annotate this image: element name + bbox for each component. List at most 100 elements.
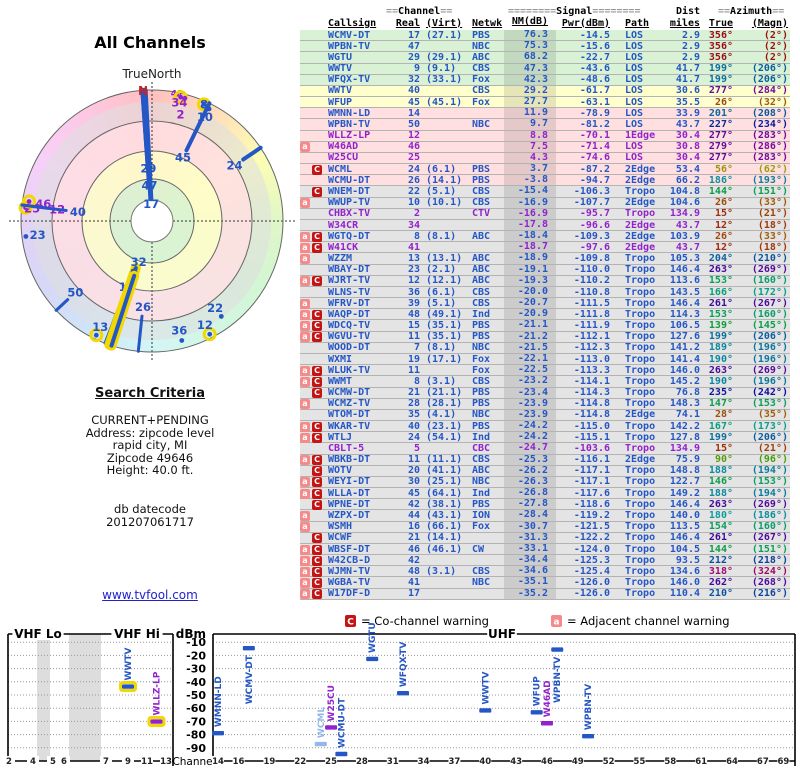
cell-path: Tropo	[625, 308, 656, 320]
cell-pwr_dbm: -117.1	[573, 476, 610, 488]
adjacent-warning-badge: a	[300, 332, 310, 343]
cell-netwk: Ind	[472, 308, 491, 320]
cell-azimuth_true: 153°	[708, 275, 733, 287]
adjacent-warning-badge: a	[300, 477, 310, 488]
cell-azimuth_true: 180°	[708, 509, 733, 521]
cell-virt: (21.1)	[426, 387, 463, 399]
cell-dist_miles: 75.9	[675, 454, 700, 466]
cell-path: 2Edge	[625, 197, 656, 209]
y-tick-label: -50	[186, 689, 206, 702]
cell-virt: (5.1)	[426, 297, 457, 309]
cell-virt: (3.1)	[426, 565, 457, 577]
y-tick-label: -30	[186, 663, 206, 676]
cell-real: 23	[407, 264, 420, 276]
cell-callsign: WLLZ-LP	[328, 130, 371, 142]
x-tick-label: 16	[233, 757, 245, 767]
cell-callsign: WWTV	[328, 85, 353, 97]
cell-real: 8	[413, 375, 420, 387]
cell-real: 41	[407, 241, 420, 253]
cell-virt: (33.1)	[426, 74, 463, 86]
cell-path: 2Edge	[625, 241, 656, 253]
cell-nm_db: 76.3	[504, 29, 556, 41]
cell-callsign: WCMU-DT	[328, 174, 371, 186]
cell-azimuth_magn: (218°)	[751, 554, 788, 566]
cell-nm_db: -23.9	[504, 398, 556, 409]
cochannel-warning-badge: C	[312, 164, 322, 175]
cell-path: Tropo	[625, 208, 656, 220]
cell-real: 46	[407, 543, 420, 555]
cell-azimuth_true: 356°	[708, 40, 733, 52]
cell-azimuth_magn: (2°)	[763, 51, 788, 63]
cell-dist_miles: 148.8	[669, 465, 700, 477]
cell-callsign: WDCQ-TV	[328, 320, 371, 332]
cell-pwr_dbm: -15.6	[579, 40, 610, 52]
cell-dist_miles: 30.6	[675, 85, 700, 97]
cochannel-warning-badge: C	[312, 566, 322, 577]
radar-channel-label: 23	[30, 228, 46, 242]
cell-callsign: WCMW-DT	[328, 387, 371, 399]
cell-azimuth_true: 263°	[708, 264, 733, 276]
x-tick-label: 52	[603, 757, 615, 767]
cell-virt: (35.1)	[426, 331, 463, 343]
search-criteria-heading: Search Criteria	[95, 386, 205, 401]
x-tick-label: 19	[263, 757, 275, 767]
cell-netwk: Fox	[472, 74, 491, 86]
cell-nm_db: -22.5	[504, 364, 556, 376]
cell-path: Tropo	[625, 577, 656, 589]
cell-real: 45	[407, 487, 420, 499]
cell-pwr_dbm: -87.2	[579, 163, 610, 175]
cell-real: 22	[407, 186, 420, 197]
tvfool-link[interactable]: www.tvfool.com	[0, 588, 300, 602]
cell-netwk: PBS	[472, 498, 491, 510]
cell-path: Tropo	[625, 398, 656, 410]
signal-bar	[540, 721, 553, 726]
cell-path: Tropo	[625, 442, 656, 454]
cell-netwk: NBC	[472, 342, 491, 354]
cell-path: 2Edge	[625, 409, 656, 421]
cell-azimuth_true: 144°	[708, 186, 733, 197]
cell-pwr_dbm: -121.5	[573, 521, 610, 533]
cell-nm_db: 7.5	[504, 141, 556, 152]
signal-bar	[314, 741, 327, 747]
cell-virt: (2.1)	[426, 264, 457, 276]
cell-nm_db: 29.2	[504, 85, 556, 97]
cochannel-warning-badge: C	[312, 231, 322, 242]
radar-spoke	[136, 314, 144, 353]
cell-azimuth_true: 26°	[714, 230, 733, 242]
cell-azimuth_magn: (160°)	[751, 308, 788, 320]
cell-nm_db: -21.1	[504, 320, 556, 331]
cell-nm_db: 9.7	[504, 119, 556, 130]
cell-real: 2	[413, 208, 420, 220]
cell-netwk: NBC	[472, 118, 491, 130]
signal-table: ==Channel== ========Signal======== Dist …	[300, 0, 800, 612]
cell-real: 8	[413, 230, 420, 242]
cell-real: 35	[407, 409, 420, 421]
cell-callsign: CBLT-5	[328, 442, 365, 454]
cell-dist_miles: 134.9	[669, 442, 700, 454]
cell-azimuth_magn: (193°)	[751, 174, 788, 186]
cell-virt: (14.1)	[426, 174, 463, 186]
cell-dist_miles: 127.6	[669, 331, 700, 343]
cell-real: 36	[407, 286, 420, 298]
signal-bar-label: W25CU	[327, 685, 337, 721]
cell-nm_db: -23.9	[504, 409, 556, 421]
cochannel-warning-badge: C	[312, 555, 322, 566]
x-tick-label: 22	[294, 757, 306, 767]
x-tick-label: 69	[777, 757, 789, 767]
cell-pwr_dbm: -113.0	[573, 353, 610, 365]
table-row: C WCMW-DT 21 (21.1) PBS -23.4 -114.3 Tropo 76.8 2…	[300, 387, 790, 399]
cell-pwr_dbm: -103.6	[573, 442, 610, 454]
cell-callsign: W17DF-D	[328, 588, 371, 600]
cell-real: 44	[407, 509, 420, 521]
cell-callsign: WGBA-TV	[328, 577, 371, 589]
cell-callsign: WCML	[328, 163, 353, 175]
cell-netwk: ABC	[472, 465, 491, 477]
cell-real: 10	[407, 197, 420, 209]
cell-nm_db: -24.2	[504, 431, 556, 443]
cell-azimuth_true: 90°	[714, 454, 733, 466]
cell-azimuth_magn: (160°)	[751, 275, 788, 287]
cell-azimuth_true: 262°	[708, 577, 733, 589]
cell-pwr_dbm: -112.1	[573, 331, 610, 343]
cochannel-warning-badge: C	[312, 589, 322, 600]
cell-netwk: PBS	[472, 29, 491, 41]
